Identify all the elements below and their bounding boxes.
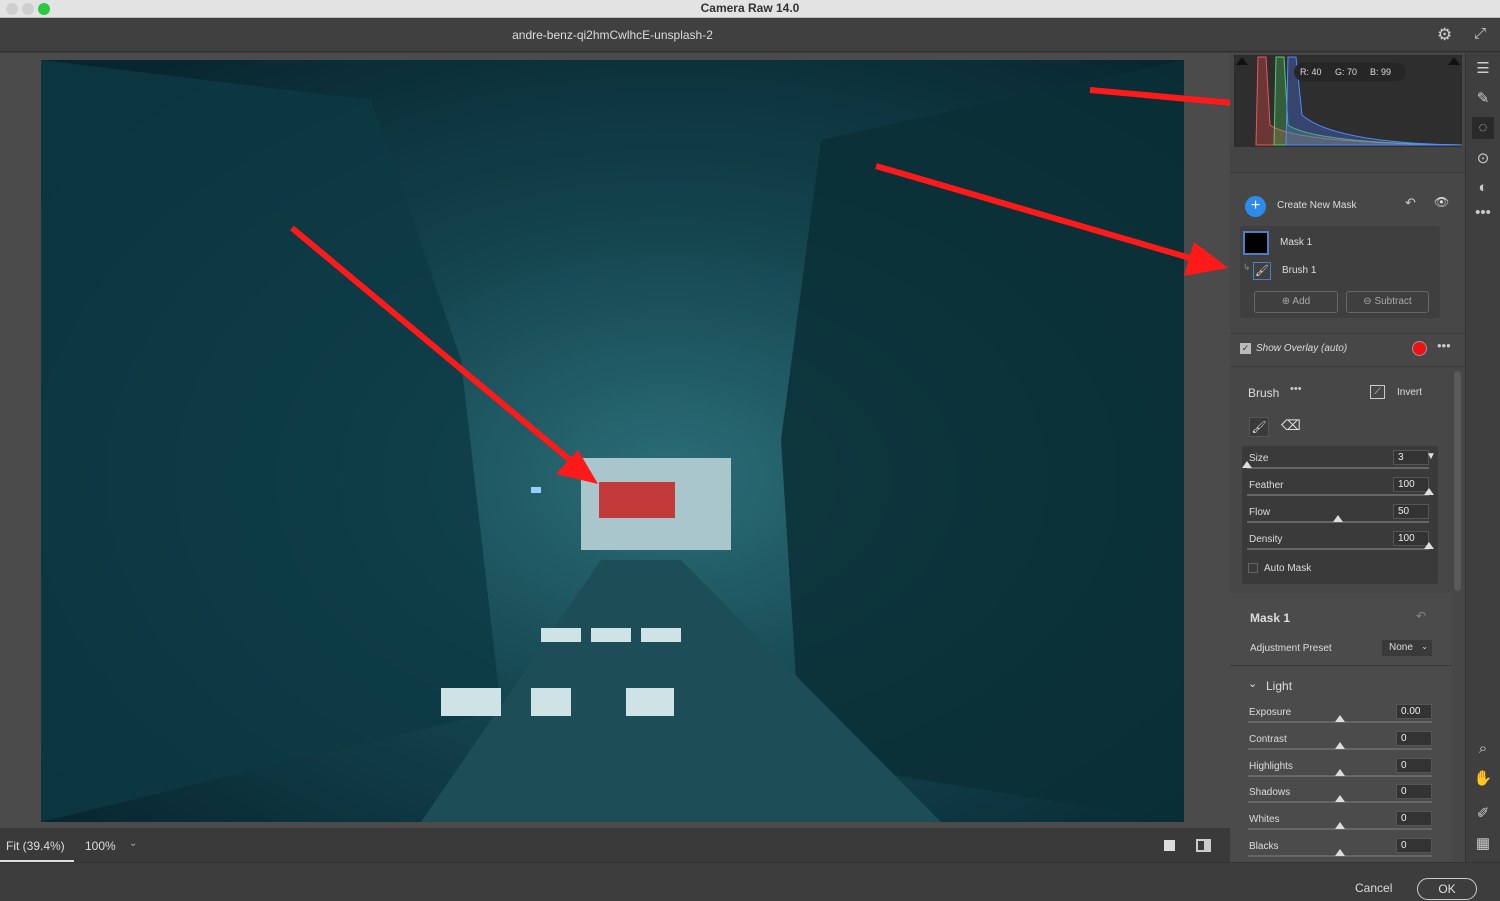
size-dropdown-icon[interactable]: ▼ (1426, 451, 1436, 462)
brush-tool-icon[interactable]: 🖌 (1249, 417, 1269, 437)
overlay-more-icon[interactable]: ••• (1437, 338, 1451, 353)
invert-label: Invert (1397, 387, 1423, 398)
slider-label-whites: Whites (1249, 814, 1280, 826)
whites-value-input[interactable]: 0 (1396, 811, 1432, 827)
healing-bandage-icon[interactable]: ✎ (1472, 88, 1494, 110)
density-slider[interactable] (1247, 542, 1434, 550)
flow-slider[interactable] (1247, 515, 1429, 523)
brush-title: Brush (1248, 386, 1280, 400)
highlights-slider[interactable] (1248, 768, 1432, 777)
single-view-icon[interactable] (1164, 840, 1175, 851)
chevron-down-icon[interactable]: ⌄ (1248, 677, 1257, 690)
contrast-value-input[interactable]: 0 (1396, 730, 1432, 746)
fit-zoom-button[interactable]: Fit (39.4%) (0, 828, 74, 862)
chevron-down-icon: ⌄ (1421, 642, 1428, 651)
slider-thumb[interactable] (1335, 795, 1345, 803)
add-button[interactable]: ⊕ Add (1254, 291, 1338, 313)
color-sampler-icon[interactable]: ✐ (1472, 803, 1494, 825)
slider-thumb[interactable] (1335, 822, 1345, 830)
mask-reset-icon[interactable]: ↶ (1416, 609, 1426, 623)
whites-slider[interactable] (1248, 822, 1432, 831)
slider-thumb[interactable] (1335, 768, 1345, 776)
invert-checkbox[interactable]: ⟋ (1370, 385, 1385, 399)
add-icon: ⊕ (1281, 296, 1293, 307)
slider-thumb[interactable] (1242, 461, 1252, 468)
adjustment-preset-label: Adjustment Preset (1250, 643, 1332, 654)
masking-icon[interactable]: ◌ (1472, 117, 1494, 139)
blacks-value-input[interactable]: 0 (1396, 838, 1432, 853)
shadows-value-input[interactable]: 0 (1396, 784, 1432, 800)
slider-label-exposure: Exposure (1249, 707, 1292, 718)
auto-mask-checkbox[interactable] (1248, 563, 1258, 573)
histogram-b: B: 99 (1370, 67, 1392, 77)
footer: Cancel OK (0, 862, 1500, 901)
mask-list: Mask 1 ↳ 🖌 Brush 1 ⊕ Add ⊖ Subtract (1240, 226, 1440, 318)
reset-icon[interactable]: ↶ (1405, 195, 1416, 211)
eye-icon[interactable]: 👁 (1434, 195, 1449, 209)
slider-label-highlights: Highlights (1249, 760, 1293, 772)
feather-slider[interactable] (1247, 488, 1434, 496)
slider-thumb[interactable] (1424, 542, 1434, 549)
right-panel: R: 40 G: 70 B: 99 + Create New Mask ↶ 👁 … (1230, 53, 1465, 862)
slider-label-shadows: Shadows (1249, 787, 1291, 799)
blacks-slider[interactable] (1248, 849, 1432, 857)
slider-label-feather: Feather (1249, 480, 1284, 491)
grid-icon[interactable]: ▦ (1472, 833, 1494, 855)
cancel-button[interactable]: Cancel (1355, 881, 1392, 895)
mask-thumbnail[interactable] (1243, 231, 1269, 255)
size-value-input[interactable]: 3 (1393, 450, 1429, 465)
subtract-button[interactable]: ⊖ Subtract (1346, 291, 1429, 313)
histogram-r: R: 40 (1300, 67, 1322, 77)
subtract-icon: ⊖ (1363, 296, 1375, 307)
hand-icon[interactable]: ✋ (1472, 768, 1494, 790)
component-name[interactable]: Brush 1 (1282, 265, 1316, 276)
flow-value-input[interactable]: 50 (1393, 504, 1429, 519)
auto-mask-label: Auto Mask (1264, 563, 1312, 574)
exposure-slider[interactable] (1248, 715, 1432, 723)
light-section-title[interactable]: Light (1266, 679, 1292, 693)
slider-thumb[interactable] (1333, 515, 1343, 522)
view-bar: Fit (39.4%) 100% ⌄ (0, 828, 1230, 862)
highlights-value-input[interactable]: 0 (1396, 757, 1432, 773)
panel-scrollbar[interactable] (1454, 371, 1461, 591)
slider-thumb[interactable] (1424, 488, 1434, 495)
slider-label-contrast: Contrast (1249, 733, 1287, 745)
zoom-icon[interactable]: ⌕ (1472, 738, 1494, 760)
show-overlay-checkbox[interactable]: ✓ (1240, 343, 1251, 354)
slider-thumb[interactable] (1335, 715, 1345, 722)
slider-thumb[interactable] (1335, 849, 1345, 856)
size-slider[interactable] (1242, 461, 1429, 469)
mask-section-title: Mask 1 (1250, 611, 1291, 625)
brush-more-icon[interactable]: ••• (1290, 383, 1302, 395)
slider-label-blacks: Blacks (1249, 841, 1279, 852)
zoom-dropdown-icon[interactable]: ⌄ (129, 838, 137, 849)
slider-label-density: Density (1249, 534, 1283, 545)
brush-component-icon[interactable]: 🖌 (1253, 262, 1271, 280)
show-overlay-label: Show Overlay (auto) (1256, 343, 1348, 354)
histogram-g: G: 70 (1335, 67, 1358, 77)
red-eye-icon[interactable]: ⊙ (1472, 148, 1494, 170)
shadows-slider[interactable] (1248, 795, 1432, 804)
overlay-color-swatch[interactable] (1412, 341, 1427, 356)
adjustment-preset-dropdown[interactable]: None ⌄ (1382, 640, 1432, 656)
presets-icon[interactable]: ◐ (1472, 177, 1494, 199)
ok-button[interactable]: OK (1417, 878, 1477, 900)
more-icon[interactable]: ••• (1472, 202, 1494, 224)
contrast-slider[interactable] (1248, 741, 1432, 750)
exposure-value-input[interactable]: 0.00 (1396, 704, 1432, 719)
create-new-mask-button[interactable]: + (1245, 196, 1266, 217)
slider-label-flow: Flow (1249, 507, 1271, 518)
before-after-icon[interactable] (1196, 839, 1211, 852)
edit-sliders-icon[interactable]: ☰ (1472, 58, 1494, 80)
mask-name[interactable]: Mask 1 (1280, 237, 1312, 248)
create-new-mask-label[interactable]: Create New Mask (1277, 200, 1356, 211)
slider-thumb[interactable] (1335, 741, 1345, 749)
zoom-100-button[interactable]: 100% (85, 839, 116, 853)
eraser-tool-icon[interactable]: ⌫ (1281, 417, 1301, 434)
